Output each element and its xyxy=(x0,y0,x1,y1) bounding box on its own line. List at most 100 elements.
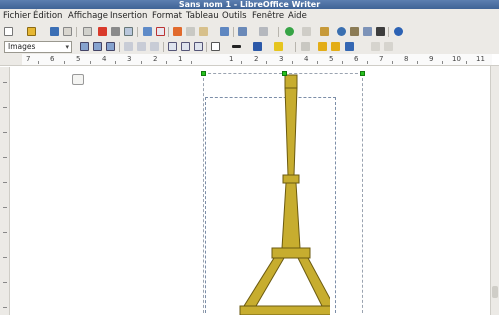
hyperlink-icon[interactable] xyxy=(285,27,294,36)
paragraph-style-value: Images xyxy=(8,42,36,51)
navigator-icon[interactable] xyxy=(337,27,346,36)
menu-item-aide[interactable]: Aide xyxy=(288,11,307,22)
align-right-icon[interactable] xyxy=(150,42,159,51)
ruler-label: 2 xyxy=(153,55,158,63)
save-icon[interactable] xyxy=(50,27,59,36)
unlink-frames-icon[interactable] xyxy=(384,42,393,51)
menu-item-tableau[interactable]: Tableau xyxy=(186,11,219,22)
cut-icon[interactable] xyxy=(173,27,182,36)
wrap-through-icon[interactable] xyxy=(106,42,115,51)
selection-handle-top-center[interactable] xyxy=(282,71,287,76)
toolbar-separator xyxy=(119,42,120,52)
anchor-marker-icon[interactable] xyxy=(72,74,84,85)
menu-item-fenetre[interactable]: Fenêtre xyxy=(252,11,284,22)
ruler-tick xyxy=(3,82,7,83)
help-icon[interactable] xyxy=(394,27,403,36)
selection-handle-top-right[interactable] xyxy=(360,71,365,76)
background-color-icon[interactable] xyxy=(274,42,283,51)
menu-item-fichier[interactable]: Fichier xyxy=(3,11,31,22)
ruler-tick xyxy=(3,282,7,283)
send-to-back-icon[interactable] xyxy=(318,42,327,51)
vertical-ruler[interactable] xyxy=(0,67,10,315)
ruler-tick xyxy=(442,61,443,64)
wrap-off-icon[interactable] xyxy=(80,42,89,51)
menu-item-affichage[interactable]: Affichage xyxy=(68,11,108,22)
menu-item-insertion[interactable]: Insertion xyxy=(110,11,147,22)
horizontal-ruler[interactable]: 7 6 5 4 3 2 1 1 2 3 4 5 6 7 8 9 10 11 xyxy=(0,54,499,66)
paragraph-style-select[interactable]: Images ▾ xyxy=(4,41,72,53)
gallery-icon[interactable] xyxy=(350,27,359,36)
ruler-label: 10 xyxy=(452,55,461,63)
page-wrap-icon[interactable] xyxy=(93,42,102,51)
copy-icon[interactable] xyxy=(186,27,195,36)
to-foreground-icon[interactable] xyxy=(331,42,340,51)
ruler-tick xyxy=(90,61,91,64)
frame-toolbar: Images ▾ xyxy=(0,40,499,54)
new-document-icon[interactable] xyxy=(4,27,13,36)
autospellcheck-icon[interactable] xyxy=(156,27,165,36)
ruler-tick xyxy=(392,61,393,64)
anchor-change-icon[interactable] xyxy=(181,42,190,51)
toolbar-separator xyxy=(76,27,77,37)
data-sources-icon[interactable] xyxy=(363,27,372,36)
ruler-label: 1 xyxy=(229,55,234,63)
print-icon[interactable] xyxy=(111,27,120,36)
ruler-tick xyxy=(241,61,242,64)
spellcheck-icon[interactable] xyxy=(143,27,152,36)
ruler-tick xyxy=(292,61,293,64)
ruler-tick xyxy=(3,207,7,208)
ruler-label: 4 xyxy=(304,55,309,63)
eiffel-tower-drawing[interactable] xyxy=(230,70,330,315)
line-style-icon[interactable] xyxy=(232,45,241,48)
export-pdf-icon[interactable] xyxy=(98,27,107,36)
ruler-tick xyxy=(3,182,7,183)
align-left-icon[interactable] xyxy=(124,42,133,51)
ruler-label: 3 xyxy=(279,55,284,63)
clone-formatting-icon[interactable] xyxy=(220,27,229,36)
tower-left-leg xyxy=(243,257,285,307)
ruler-label: 4 xyxy=(102,55,107,63)
vertical-scrollbar[interactable] xyxy=(490,66,499,315)
ruler-tick xyxy=(417,61,418,64)
formatting-marks-icon[interactable] xyxy=(376,27,385,36)
ruler-tick xyxy=(266,61,267,64)
borders-icon[interactable] xyxy=(211,42,220,51)
email-icon[interactable] xyxy=(63,27,72,36)
anchor-page-icon[interactable] xyxy=(194,42,203,51)
ruler-label: 5 xyxy=(329,55,334,63)
ruler-label: 7 xyxy=(379,55,384,63)
ruler-tick xyxy=(367,61,368,64)
bring-to-front-icon[interactable] xyxy=(301,42,310,51)
show-draw-functions-icon[interactable] xyxy=(320,27,329,36)
tower-first-platform xyxy=(271,247,311,259)
ruler-tick xyxy=(38,61,39,64)
edit-file-icon[interactable] xyxy=(83,27,92,36)
undo-icon[interactable] xyxy=(238,27,247,36)
menu-item-edition[interactable]: Édition xyxy=(33,11,62,22)
menu-item-outils[interactable]: Outils xyxy=(222,11,247,22)
to-anchor-icon[interactable] xyxy=(168,42,177,51)
table-icon[interactable] xyxy=(302,27,311,36)
align-center-icon[interactable] xyxy=(137,42,146,51)
redo-icon[interactable] xyxy=(259,27,268,36)
toolbar-separator xyxy=(168,27,169,37)
window-title-bar[interactable]: Sans nom 1 - LibreOffice Writer xyxy=(0,0,499,9)
open-folder-icon[interactable] xyxy=(27,27,36,36)
anchor-icon[interactable] xyxy=(345,42,354,51)
chevron-down-icon: ▾ xyxy=(65,43,69,51)
print-preview-icon[interactable] xyxy=(124,27,133,36)
link-frames-icon[interactable] xyxy=(371,42,380,51)
border-color-icon[interactable] xyxy=(253,42,262,51)
ruler-label: 2 xyxy=(254,55,259,63)
selection-handle-top-left[interactable] xyxy=(201,71,206,76)
scrollbar-thumb[interactable] xyxy=(492,286,498,298)
ruler-tick xyxy=(3,232,7,233)
ruler-tick xyxy=(3,307,7,308)
toolbar-separator xyxy=(206,42,207,52)
ruler-tick xyxy=(115,61,116,64)
paste-icon[interactable] xyxy=(199,27,208,36)
ruler-label: 5 xyxy=(76,55,81,63)
ruler-label: 1 xyxy=(178,55,183,63)
menu-item-format[interactable]: Format xyxy=(152,11,182,22)
toolbar-separator xyxy=(295,42,296,52)
